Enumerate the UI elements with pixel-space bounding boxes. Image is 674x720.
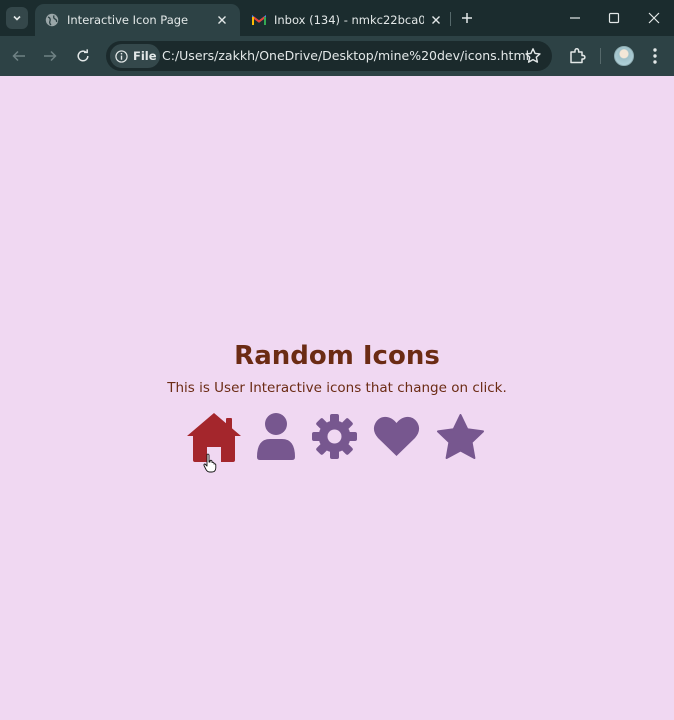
site-info-label: File xyxy=(133,49,157,63)
tab-divider xyxy=(450,12,451,26)
info-icon xyxy=(115,49,128,63)
chevron-down-icon xyxy=(13,15,21,21)
extensions-puzzle-icon[interactable] xyxy=(567,46,587,66)
tab-inbox[interactable]: Inbox (134) - nmkc22bca060.n xyxy=(248,4,448,36)
reload-button[interactable] xyxy=(73,46,93,66)
bookmark-star-icon[interactable] xyxy=(524,47,542,65)
profile-avatar[interactable] xyxy=(614,46,634,66)
star-icon[interactable] xyxy=(436,414,485,460)
gear-icon[interactable] xyxy=(312,414,357,459)
heart-icon[interactable] xyxy=(373,416,420,457)
address-bar[interactable]: File C:/Users/zakkh/OneDrive/Desktop/min… xyxy=(106,41,552,71)
close-tab-icon[interactable] xyxy=(428,12,444,28)
site-info-chip[interactable]: File xyxy=(110,44,160,68)
close-tab-icon[interactable] xyxy=(214,12,230,28)
hand-cursor-icon xyxy=(203,453,217,473)
browser-toolbar: File C:/Users/zakkh/OneDrive/Desktop/min… xyxy=(0,36,674,76)
forward-arrow-icon xyxy=(44,50,57,62)
more-menu-icon[interactable] xyxy=(646,46,664,66)
reload-icon xyxy=(77,49,89,62)
gmail-icon xyxy=(252,13,266,27)
toolbar-divider xyxy=(600,48,601,64)
back-button[interactable] xyxy=(9,46,29,66)
user-icon[interactable] xyxy=(256,413,296,460)
close-window-button[interactable] xyxy=(644,8,664,28)
minimize-button[interactable] xyxy=(565,8,585,28)
page-title: Random Icons xyxy=(234,341,440,371)
tab-search-button[interactable] xyxy=(6,7,28,29)
page-subtitle: This is User Interactive icons that chan… xyxy=(167,380,507,396)
tab-interactive-icon-page[interactable]: Interactive Icon Page xyxy=(35,4,240,36)
minimize-icon xyxy=(570,17,580,19)
maximize-button[interactable] xyxy=(604,8,624,28)
globe-icon xyxy=(45,13,59,27)
plus-icon xyxy=(462,13,472,23)
close-icon xyxy=(648,12,660,24)
tab-title: Interactive Icon Page xyxy=(67,13,189,27)
tab-strip: Interactive Icon Page Inbox (134) - nmkc… xyxy=(0,0,674,36)
maximize-icon xyxy=(608,12,620,24)
tab-title: Inbox (134) - nmkc22bca060.n xyxy=(274,13,424,27)
back-arrow-icon xyxy=(12,50,25,62)
new-tab-button[interactable] xyxy=(458,9,476,27)
forward-button[interactable] xyxy=(40,46,60,66)
url-text[interactable]: C:/Users/zakkh/OneDrive/Desktop/mine%20d… xyxy=(162,48,529,63)
